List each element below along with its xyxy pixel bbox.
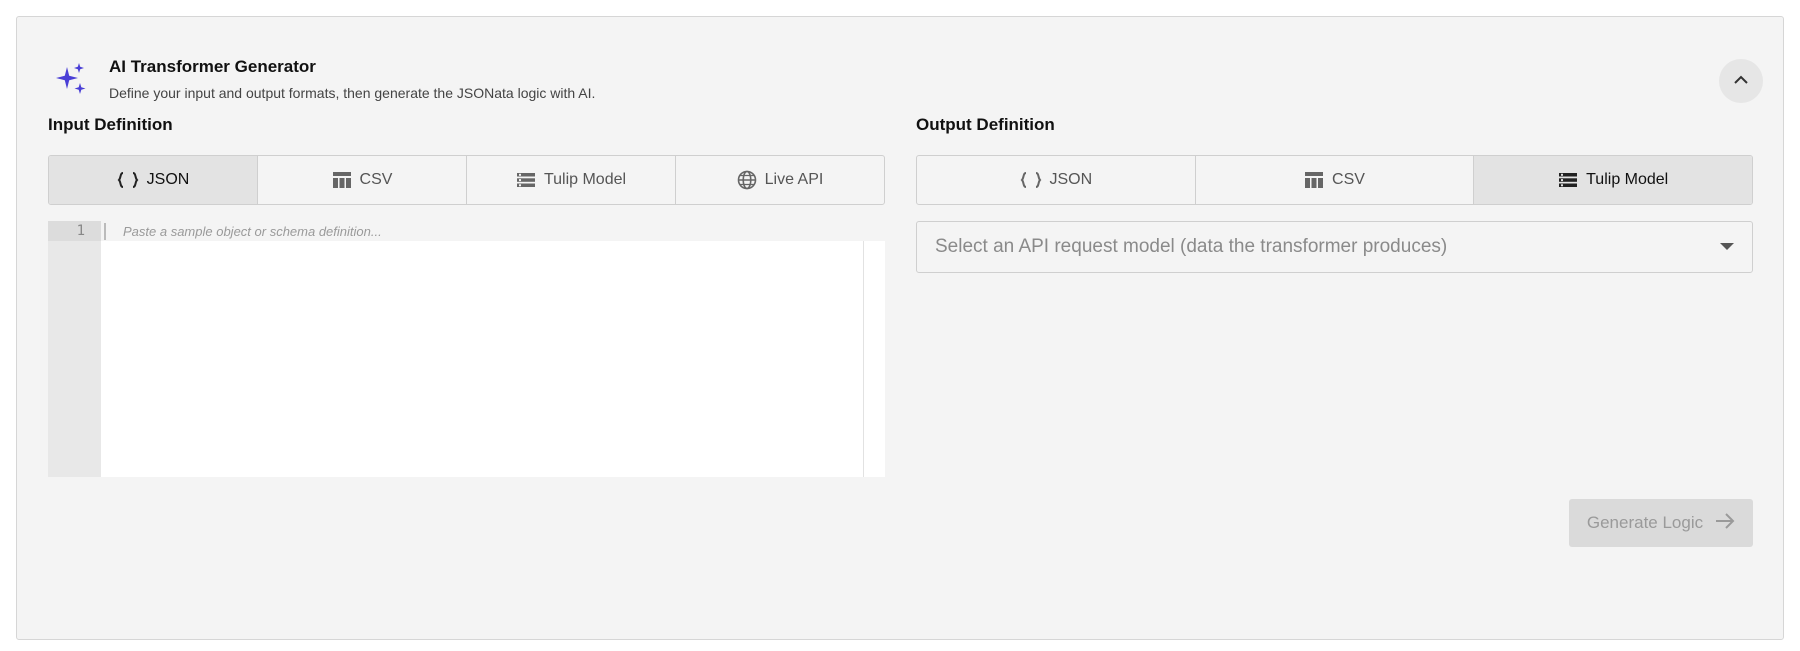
output-definition-label: Output Definition [916, 115, 1055, 134]
arrow-right-icon [1715, 512, 1735, 534]
generate-label: Generate Logic [1586, 513, 1704, 532]
generate-logic-button[interactable]: Generate Logic [1569, 499, 1753, 547]
ai-transformer-panel: AI Transformer Generator Define your inp… [16, 16, 1784, 640]
code-editor[interactable]: 1 Paste a sample object or schema defini… [48, 221, 885, 477]
select-placeholder: Select an API request model (data the tr… [935, 236, 1448, 257]
sparkles-icon [55, 62, 87, 96]
panel-header: AI Transformer Generator Define your inp… [37, 39, 1763, 109]
tab-label: JSON [146, 171, 190, 188]
line-gutter [48, 221, 101, 477]
list-icon [1558, 172, 1578, 188]
table-icon [332, 171, 352, 189]
input-definition-label: Input Definition [48, 115, 173, 134]
active-line-gutter: 1 [48, 221, 101, 241]
editor-placeholder: Paste a sample object or schema definiti… [123, 224, 382, 239]
line-number: 1 [76, 223, 85, 239]
tab-label: Tulip Model [543, 171, 627, 188]
input-tab-json[interactable]: JSON [49, 156, 258, 204]
tab-label: Live API [764, 171, 824, 188]
text-cursor [104, 223, 106, 240]
output-tab-tulip-model[interactable]: Tulip Model [1474, 156, 1752, 204]
panel-title: AI Transformer Generator [109, 57, 316, 76]
list-icon [516, 172, 536, 188]
collapse-button[interactable] [1719, 59, 1763, 103]
braces-icon [117, 171, 139, 189]
panel-subtitle: Define your input and output formats, th… [109, 85, 596, 101]
input-tab-tulip-model[interactable]: Tulip Model [467, 156, 676, 204]
chevron-up-icon [1733, 72, 1749, 90]
input-tab-live-api[interactable]: Live API [676, 156, 884, 204]
output-tab-csv[interactable]: CSV [1196, 156, 1475, 204]
tab-label: Tulip Model [1586, 171, 1669, 188]
caret-down-icon [1720, 243, 1734, 250]
editor-scroll-rule [863, 241, 864, 477]
tab-label: JSON [1049, 171, 1093, 188]
input-format-tabs: JSON CSV Tulip Model Live API [48, 155, 885, 205]
api-request-model-select[interactable]: Select an API request model (data the tr… [916, 221, 1753, 273]
input-tab-csv[interactable]: CSV [258, 156, 467, 204]
tab-label: CSV [359, 171, 393, 188]
output-format-tabs: JSON CSV Tulip Model [916, 155, 1753, 205]
tab-label: CSV [1332, 171, 1365, 188]
table-icon [1304, 171, 1324, 189]
braces-icon [1020, 171, 1042, 189]
output-tab-json[interactable]: JSON [917, 156, 1196, 204]
globe-icon [737, 170, 757, 190]
